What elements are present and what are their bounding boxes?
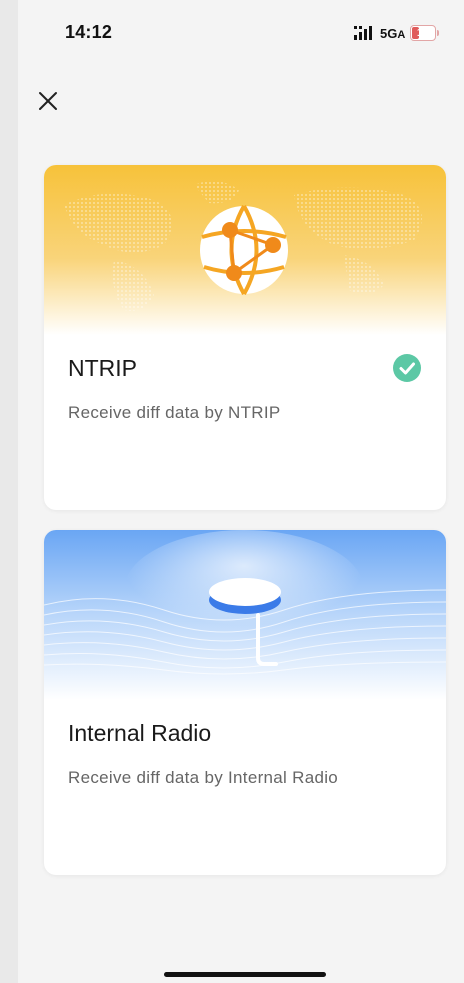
option-title: Internal Radio [68,720,212,746]
option-description: Receive diff data by NTRIP [68,403,281,422]
network-globe-icon [200,205,288,295]
check-circle-icon [393,354,421,382]
option-card-internal-radio[interactable]: Internal Radio Receive diff data by Inte… [44,530,446,875]
close-icon[interactable] [36,89,60,113]
option-card-ntrip[interactable]: NTRIP Receive diff data by NTRIP [44,165,446,510]
battery-icon: 15 [410,25,436,41]
screen: 14:12 5GA 15 NTRIP Receive diff data by … [18,0,464,983]
option-title: NTRIP [68,355,137,381]
network-label: 5GA [380,26,406,41]
option-description: Receive diff data by Internal Radio [68,768,339,787]
battery-tip [437,30,439,36]
radio-banner [44,530,446,700]
home-indicator[interactable] [164,972,326,977]
signal-icon [354,26,372,40]
status-time: 14:12 [65,22,113,42]
ntrip-banner [44,165,446,335]
battery-level: 15 [416,27,430,39]
status-bar: 14:12 5GA 15 [18,0,464,70]
